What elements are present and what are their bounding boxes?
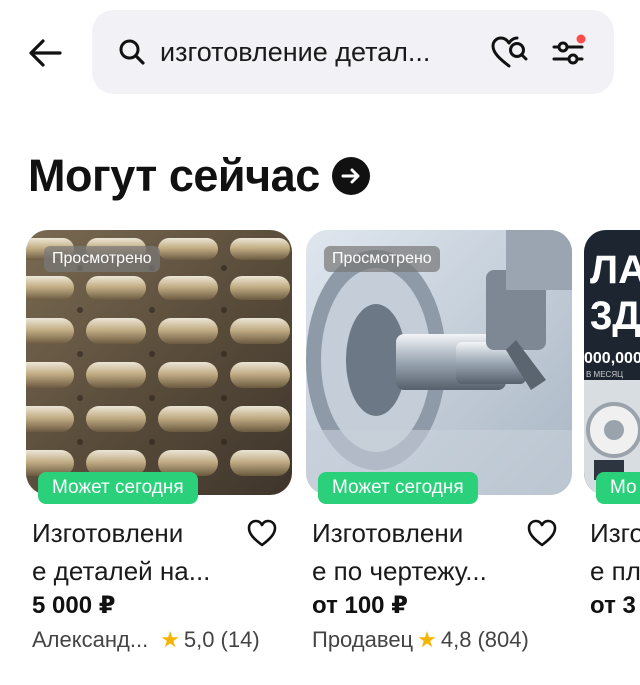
star-icon: ★ <box>160 627 180 652</box>
viewed-badge: Просмотрено <box>324 246 440 272</box>
cards-carousel[interactable]: Просмотрено Может сегодня Изготовлени е … <box>26 230 640 685</box>
product-image[interactable]: Просмотрено <box>26 230 292 495</box>
product-title-line: е пл <box>590 556 640 586</box>
rating-value: 4,8 <box>440 627 472 652</box>
section-arrow-button[interactable] <box>331 157 370 195</box>
product-price: от 100 ₽ <box>312 592 408 619</box>
product-title-line: Изготовлени <box>312 518 464 548</box>
arrow-right-icon <box>341 168 360 184</box>
product-title-line: е по чертежу... <box>312 556 487 586</box>
section-header: Могут сейчас <box>28 146 370 206</box>
product-price: 5 000 ₽ <box>32 592 116 619</box>
filter-icon[interactable] <box>550 34 588 70</box>
product-title[interactable]: Изготовлени е деталей на... <box>32 514 232 590</box>
image-text: В МЕСЯЦ <box>586 370 624 379</box>
section-title: Могут сейчас <box>28 150 320 201</box>
product-card[interactable]: ЛА 3Д 000,000 В МЕСЯЦ Мо Изго е пл от 3 <box>584 230 640 685</box>
image-text: ЛА <box>590 248 640 292</box>
product-title-line: е деталей на... <box>32 556 211 586</box>
reviews-count: (804) <box>477 627 529 652</box>
search-icon <box>119 39 145 65</box>
available-today-badge: Может сегодня <box>318 472 478 504</box>
rating-value: 5,0 <box>183 627 215 652</box>
product-meta: Продавец ★ 4,8 (804) <box>312 624 592 656</box>
seller-name[interactable]: Александ... <box>32 624 148 656</box>
product-card[interactable]: Просмотрено Может сегодня Изготовлени е … <box>306 230 572 685</box>
seller-name[interactable]: Продавец <box>312 624 413 656</box>
product-title-line: Изготовлени <box>32 518 184 548</box>
available-today-badge: Мо <box>596 472 640 504</box>
product-image[interactable]: Просмотрено <box>306 230 572 495</box>
back-button[interactable] <box>22 30 68 76</box>
product-image[interactable]: ЛА 3Д 000,000 В МЕСЯЦ <box>584 230 640 495</box>
available-today-badge: Может сегодня <box>38 472 198 504</box>
search-bar[interactable]: изготовление детал... <box>92 10 614 94</box>
search-input[interactable]: изготовление детал... <box>160 34 460 70</box>
back-arrow-icon <box>29 39 62 67</box>
product-title[interactable]: Изготовлени е по чертежу... <box>312 514 512 590</box>
product-price: от 3 <box>590 592 636 619</box>
image-text: 000,000 <box>584 350 640 367</box>
product-title[interactable]: Изго е пл <box>590 514 640 590</box>
heart-search-icon[interactable] <box>490 34 528 70</box>
heart-icon[interactable] <box>526 518 558 548</box>
product-title-line: Изго <box>590 518 640 548</box>
heart-icon[interactable] <box>246 518 278 548</box>
star-icon: ★ <box>417 627 437 652</box>
product-meta: Александ... ★ 5,0 (14) <box>32 624 312 656</box>
top-bar: изготовление детал... <box>0 0 640 105</box>
image-text: 3Д <box>590 294 640 338</box>
product-card[interactable]: Просмотрено Может сегодня Изготовлени е … <box>26 230 292 685</box>
viewed-badge: Просмотрено <box>44 246 160 272</box>
reviews-count: (14) <box>220 627 260 652</box>
